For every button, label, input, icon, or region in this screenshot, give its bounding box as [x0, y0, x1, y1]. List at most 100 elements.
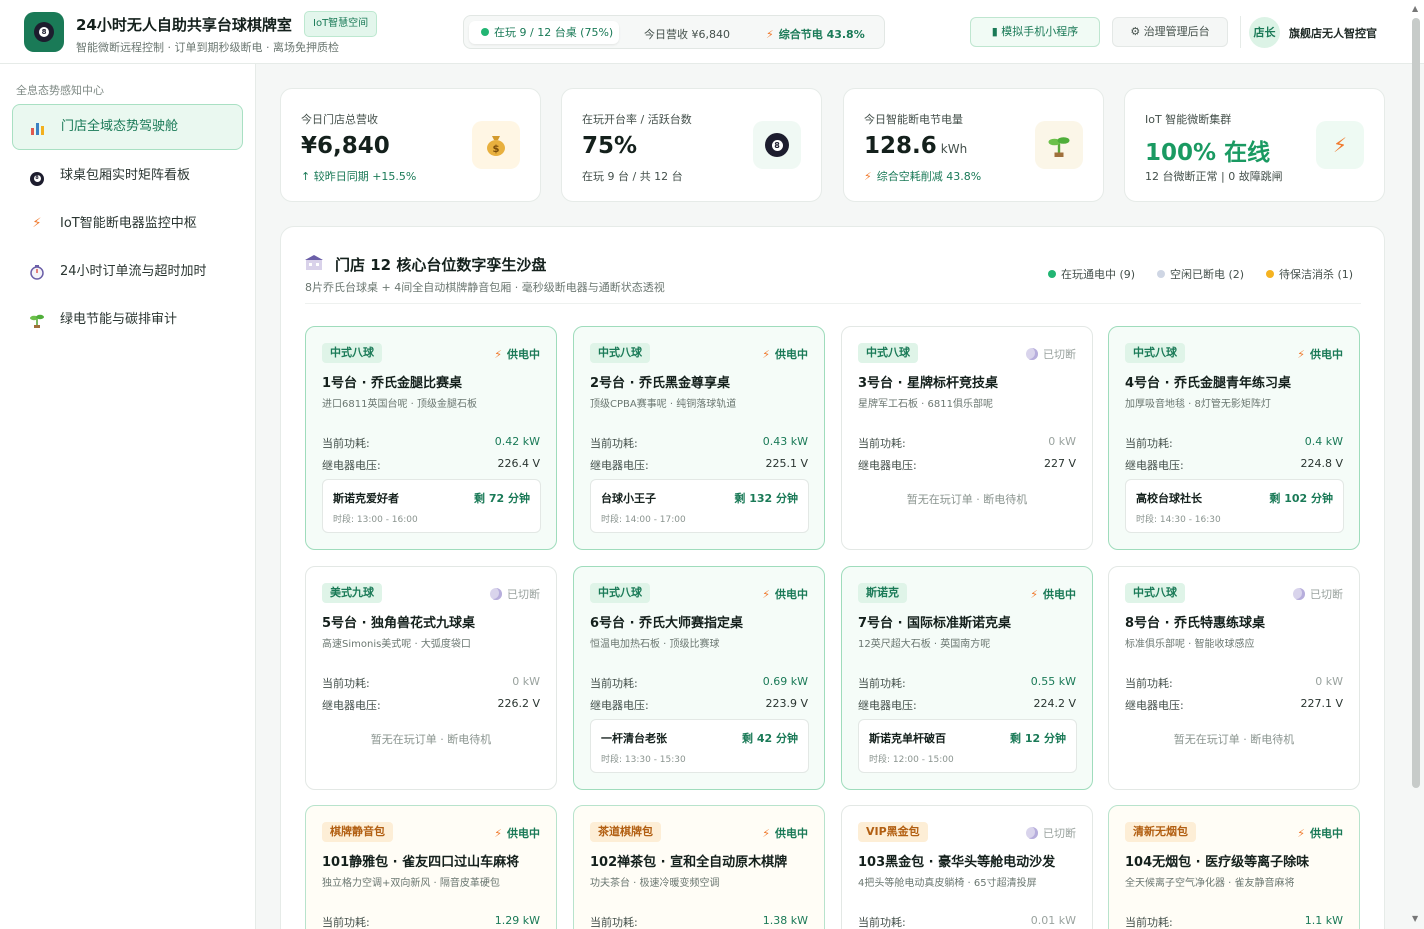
table-card[interactable]: 中式八球 ⚡ 供电中 4号台 · 乔氏金腿青年练习桌 加厚吸音地毯 · 8灯管无影矩阵灯… — [1108, 326, 1360, 550]
table-name: 5号台 · 独角兽花式九球桌 — [322, 616, 476, 631]
timer-icon — [29, 264, 45, 280]
table-name: 7号台 · 国际标准斯诺克桌 — [858, 616, 1012, 631]
bolt-icon: ⚡ — [1297, 348, 1305, 361]
voltage-label: 继电器电压: — [322, 699, 381, 712]
scroll-up-icon[interactable]: ▲ — [1412, 4, 1418, 13]
moon-icon — [490, 588, 502, 600]
table-card[interactable]: 茶道棋牌包 ⚡ 供电中 102禅茶包 · 宣和全自动原木棋牌 功夫茶台 · 极速冷暖变频… — [573, 805, 825, 929]
bolt-icon: ⚡ — [864, 170, 872, 183]
voltage-label: 继电器电压: — [1125, 699, 1184, 712]
scroll-down-icon[interactable]: ▼ — [1412, 914, 1418, 923]
order-user: 斯诺克单杆破百 — [869, 732, 946, 745]
table-desc: 星牌军工石板 · 6811俱乐部呢 — [858, 399, 993, 410]
active-order[interactable]: 高校台球社长 剩 102 分钟时段: 14:30 - 16:30 — [1125, 479, 1344, 533]
table-name: 103黑金包 · 豪华头等舱电动沙发 — [858, 855, 1056, 870]
power-status: 已切断 — [490, 586, 540, 602]
bolt-icon: ⚡ — [766, 28, 774, 41]
table-type-tag: 中式八球 — [590, 583, 650, 603]
phone-icon: ▮ — [991, 25, 998, 38]
user-name[interactable]: 旗舰店无人智控官 — [1289, 25, 1377, 41]
admin-console-button[interactable]: ⚙ 治理管理后台 — [1112, 17, 1228, 47]
table-desc: 标准俱乐部呢 · 智能收球感应 — [1125, 639, 1255, 650]
table-card[interactable]: 美式九球 已切断 5号台 · 独角兽花式九球桌 高速Simonis美式呢 · 大弧度袋… — [305, 566, 557, 790]
order-time: 时段: 13:00 - 16:00 — [333, 515, 418, 525]
scrollbar-thumb[interactable] — [1412, 18, 1420, 788]
table-name: 4号台 · 乔氏金腿青年练习桌 — [1125, 376, 1292, 391]
order-remaining: 剩 102 分钟 — [1269, 492, 1333, 505]
power-status: ⚡ 供电中 — [762, 827, 808, 840]
status-revenue: 今日营收 ¥6,840 — [644, 28, 730, 41]
power-label: 当前功耗: — [1125, 437, 1173, 450]
stat-value: 100% 在线 — [1145, 140, 1271, 166]
voltage-label: 继电器电压: — [858, 459, 917, 472]
power-status: ⚡ 供电中 — [1297, 827, 1343, 840]
avatar[interactable]: 店长 — [1249, 17, 1280, 48]
power-status: ⚡ 供电中 — [494, 827, 540, 840]
stat-note: ↑ 较昨日同期 +15.5% — [301, 170, 417, 183]
table-desc: 独立格力空调+双向新风 · 隔音皮革硬包 — [322, 878, 500, 889]
sidebar-item-iot-breaker[interactable]: ⚡ IoT智能断电器监控中枢 — [12, 201, 243, 247]
table-desc: 顶级CPBA赛事呢 · 纯铜落球轨道 — [590, 399, 737, 410]
power-status: ⚡ 供电中 — [762, 588, 808, 601]
table-desc: 4把头等舱电动真皮躺椅 · 65寸超清投屏 — [858, 878, 1037, 889]
power-value: 0.42 kW — [494, 435, 540, 448]
bolt-icon: ⚡ — [1030, 588, 1038, 601]
legend-playing: 在玩通电中 (9) — [1048, 266, 1135, 282]
sidebar-item-table-matrix[interactable]: 8 球桌包厢实时矩阵看板 — [12, 153, 243, 199]
app-title: 24小时无人自助共享台球棋牌室 — [76, 16, 292, 34]
power-value: 0.55 kW — [1030, 675, 1076, 688]
table-type-tag: 中式八球 — [858, 343, 918, 363]
money-bag-icon: $ — [472, 121, 520, 169]
active-order[interactable]: 斯诺克爱好者 剩 72 分钟 时段: 13:00 - 16:00 — [322, 479, 541, 533]
table-card[interactable]: 斯诺克 ⚡ 供电中 7号台 · 国际标准斯诺克桌 12英尺超大石板 · 英国南方呢 当前功… — [841, 566, 1093, 790]
status-playing: 在玩 9 / 12 台桌 (75%) — [469, 21, 619, 44]
order-remaining: 剩 12 分钟 — [1010, 732, 1066, 745]
sidebar-item-dashboard[interactable]: 门店全域态势驾驶舱 — [12, 104, 243, 150]
active-order[interactable]: 斯诺克单杆破百 剩 12 分钟 时段: 12:00 - 15:00 — [858, 719, 1077, 773]
table-card[interactable]: 中式八球 已切断 3号台 · 星牌标杆竞技桌 星牌军工石板 · 6811俱乐部呢 当前功… — [841, 326, 1093, 550]
power-status: 已切断 — [1026, 825, 1076, 841]
table-type-tag: 茶道棋牌包 — [590, 822, 661, 842]
billiard-ball-icon: 8 — [753, 121, 801, 169]
power-value: 0 kW — [1315, 675, 1343, 688]
table-card[interactable]: 中式八球 ⚡ 供电中 6号台 · 乔氏大师赛指定桌 恒温电加热石板 · 顶级比赛球 当前功… — [573, 566, 825, 790]
power-status: ⚡ 供电中 — [1297, 348, 1343, 361]
svg-text:$: $ — [493, 144, 500, 155]
sprout-icon — [1035, 121, 1083, 169]
table-card[interactable]: 清新无烟包 ⚡ 供电中 104无烟包 · 医疗级等离子除味 全天候离子空气净化器 · 雀… — [1108, 805, 1360, 929]
voltage-label: 继电器电压: — [1125, 459, 1184, 472]
stat-note: 12 台微断正常 | 0 故障跳闸 — [1145, 170, 1283, 183]
billiard-ball-icon: 8 — [29, 168, 45, 186]
active-order[interactable]: 台球小王子 剩 132 分钟 时段: 14:00 - 17:00 — [590, 479, 809, 533]
stat-label: 今日智能断电节电量 — [864, 113, 963, 126]
power-label: 当前功耗: — [322, 677, 370, 690]
mini-program-button[interactable]: ▮ 模拟手机小程序 — [970, 17, 1100, 47]
power-label: 当前功耗: — [590, 437, 638, 450]
order-user: 高校台球社长 — [1136, 492, 1202, 505]
app-subtitle: 智能微断远程控制 · 订单到期秒级断电 · 离场免押质检 — [76, 41, 339, 54]
table-name: 3号台 · 星牌标杆竞技桌 — [858, 376, 999, 391]
active-order[interactable]: 一杆清台老张 剩 42 分钟 时段: 13:30 - 15:30 — [590, 719, 809, 773]
stat-note: 在玩 9 台 / 共 12 台 — [582, 170, 683, 183]
sidebar-title: 全息态势感知中心 — [16, 84, 104, 97]
status-summary: 在玩 9 / 12 台桌 (75%) 今日营收 ¥6,840 ⚡ 综合节电 43.… — [463, 15, 885, 49]
divider — [305, 303, 1361, 304]
stat-label: 在玩开台率 / 活跃台数 — [582, 113, 692, 126]
legend-idle: 空闲已断电 (2) — [1157, 266, 1244, 282]
stat-value: 75% — [582, 133, 638, 159]
order-time: 时段: 14:30 - 16:30 — [1136, 515, 1221, 525]
power-label: 当前功耗: — [590, 916, 638, 929]
table-name: 101静雅包 · 雀友四口过山车麻将 — [322, 855, 520, 870]
table-card[interactable]: 棋牌静音包 ⚡ 供电中 101静雅包 · 雀友四口过山车麻将 独立格力空调+双向新风 ·… — [305, 805, 557, 929]
voltage-value: 223.9 V — [765, 697, 808, 710]
stat-label: IoT 智能微断集群 — [1145, 113, 1232, 126]
sidebar-item-orders[interactable]: 24小时订单流与超时加时 — [12, 249, 243, 295]
voltage-value: 224.2 V — [1033, 697, 1076, 710]
table-card[interactable]: 中式八球 ⚡ 供电中 2号台 · 乔氏黑金尊享桌 顶级CPBA赛事呢 · 纯铜落球轨道当… — [573, 326, 825, 550]
table-name: 6号台 · 乔氏大师赛指定桌 — [590, 616, 744, 631]
table-card[interactable]: 中式八球 ⚡ 供电中 1号台 · 乔氏金腿比赛桌 进口6811英国台呢 · 顶级金腿石板… — [305, 326, 557, 550]
sprout-icon — [29, 312, 45, 328]
table-card[interactable]: VIP黑金包 已切断 103黑金包 · 豪华头等舱电动沙发 4把头等舱电动真皮躺椅 ·… — [841, 805, 1093, 929]
sidebar-item-green-energy[interactable]: 绿电节能与碳排审计 — [12, 297, 243, 343]
table-card[interactable]: 中式八球 已切断 8号台 · 乔氏特惠练球桌 标准俱乐部呢 · 智能收球感应 当前功耗:… — [1108, 566, 1360, 790]
